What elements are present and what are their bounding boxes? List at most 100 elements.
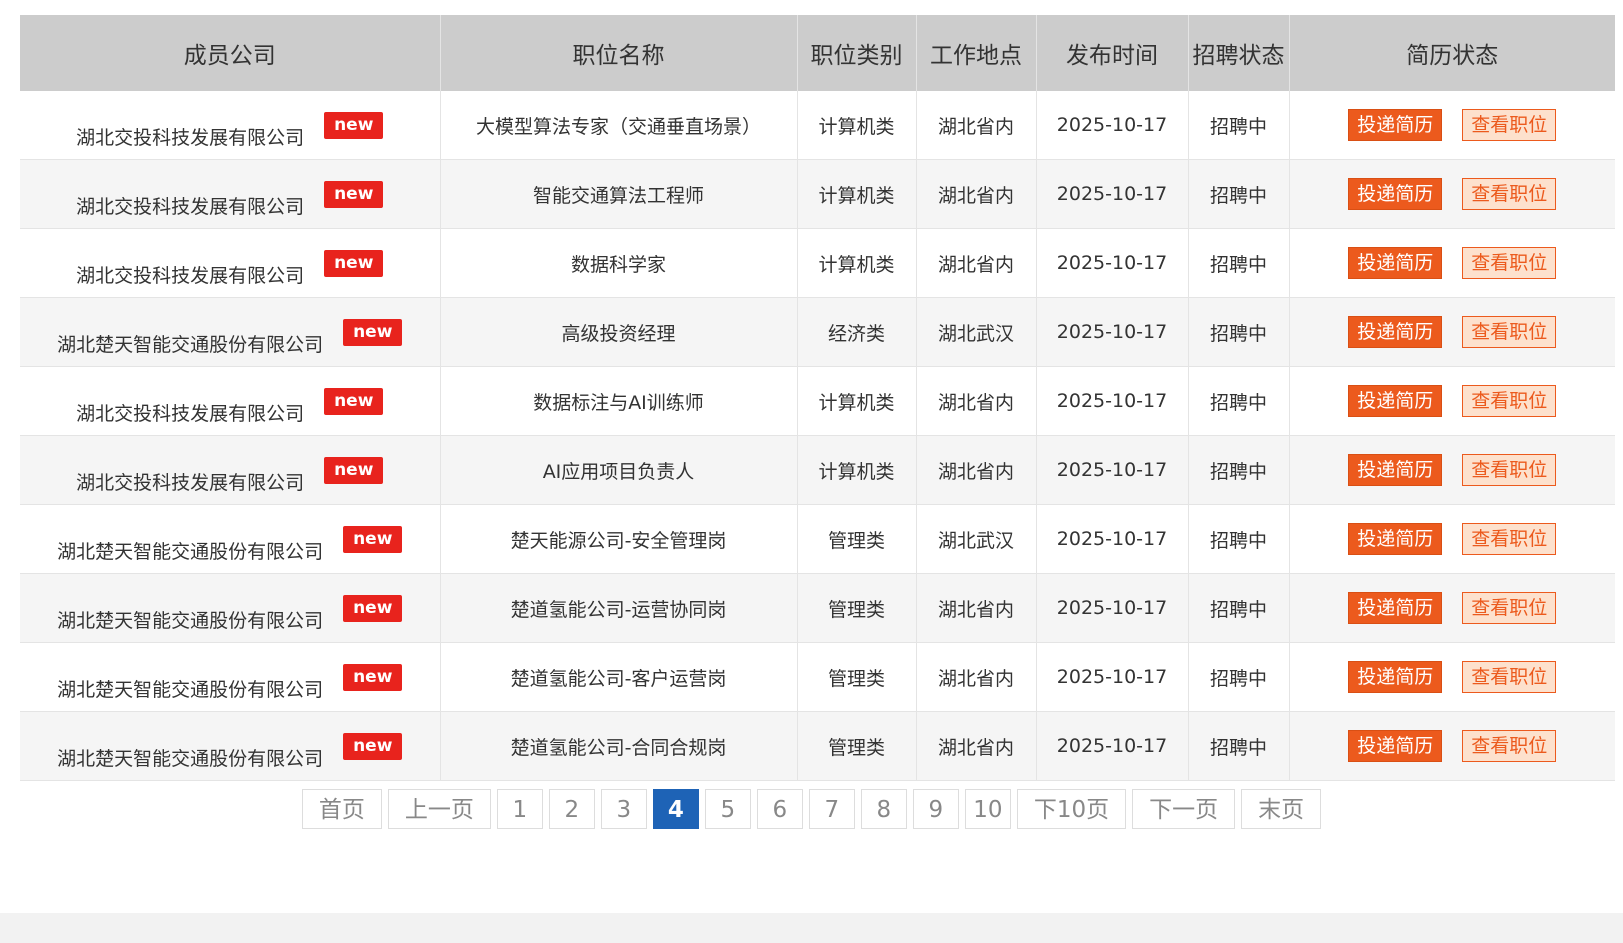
- company-cell: 湖北楚天智能交通股份有限公司 new: [20, 642, 441, 712]
- job-table: 成员公司 职位名称 职位类别 工作地点 发布时间 招聘状态 简历状态 湖北交投科…: [20, 15, 1615, 781]
- table-header-row: 成员公司 职位名称 职位类别 工作地点 发布时间 招聘状态 简历状态: [20, 15, 1615, 91]
- view-position-button[interactable]: 查看职位: [1462, 385, 1557, 417]
- position-category: 计算机类: [797, 159, 917, 229]
- company-name: 湖北楚天智能交通股份有限公司: [57, 541, 324, 563]
- publish-date: 2025-10-17: [1036, 297, 1189, 367]
- work-location: 湖北省内: [916, 91, 1037, 160]
- recruit-status: 招聘中: [1188, 366, 1290, 436]
- position-name: 数据科学家: [440, 228, 798, 298]
- view-position-button[interactable]: 查看职位: [1462, 523, 1557, 555]
- job-table-body: 湖北交投科技发展有限公司new 大模型算法专家（交通垂直场景） 计算机类 湖北省内 20…: [20, 91, 1615, 781]
- new-badge: new: [343, 664, 403, 691]
- view-position-button[interactable]: 查看职位: [1462, 109, 1557, 141]
- table-row: 湖北交投科技发展有限公司 new AI应用项目负责人 计算机类 湖北省内 2025-10-…: [20, 435, 1615, 505]
- company-name: 湖北楚天智能交通股份有限公司: [57, 334, 324, 356]
- apply-button[interactable]: 投递简历: [1348, 730, 1443, 762]
- apply-button[interactable]: 投递简历: [1348, 178, 1443, 210]
- position-category: 管理类: [797, 711, 917, 781]
- view-position-button[interactable]: 查看职位: [1462, 592, 1557, 624]
- position-name: 数据标注与AI训练师: [440, 366, 798, 436]
- page-number-button[interactable]: 5: [704, 789, 751, 829]
- page-number-button[interactable]: 10: [964, 789, 1011, 829]
- new-badge: new: [324, 112, 384, 139]
- page-number-button[interactable]: 1: [496, 789, 543, 829]
- view-position-button[interactable]: 查看职位: [1462, 247, 1557, 279]
- work-location: 湖北省内: [916, 366, 1037, 436]
- apply-button[interactable]: 投递简历: [1348, 661, 1443, 693]
- position-category: 管理类: [797, 642, 917, 712]
- company-name: 湖北楚天智能交通股份有限公司: [57, 610, 324, 632]
- view-position-button[interactable]: 查看职位: [1462, 316, 1557, 348]
- next-10-pages-button[interactable]: 下10页: [1016, 789, 1127, 829]
- new-badge: new: [324, 388, 384, 415]
- resume-actions: 投递简历 查看职位: [1289, 642, 1615, 712]
- table-row: 湖北楚天智能交通股份有限公司 new 楚道氢能公司-客户运营岗 管理类 湖北省内 2025…: [20, 642, 1615, 712]
- page-number-button[interactable]: 3: [600, 789, 647, 829]
- position-name: 智能交通算法工程师: [440, 159, 798, 229]
- new-badge: new: [324, 250, 384, 277]
- company-cell: 湖北楚天智能交通股份有限公司 new: [20, 573, 441, 643]
- table-row: 湖北楚天智能交通股份有限公司 new 高级投资经理 经济类 湖北武汉 2025-10-17…: [20, 297, 1615, 367]
- view-position-button[interactable]: 查看职位: [1462, 661, 1557, 693]
- apply-button[interactable]: 投递简历: [1348, 385, 1443, 417]
- company-wrap: 湖北交投科技发展有限公司 new: [76, 100, 384, 150]
- company-name: 湖北交投科技发展有限公司: [76, 472, 305, 494]
- company-wrap: 湖北楚天智能交通股份有限公司 new: [57, 721, 403, 771]
- publish-date: 2025-10-17: [1036, 228, 1189, 298]
- first-page-button[interactable]: 首页: [301, 789, 382, 829]
- company-name: 湖北楚天智能交通股份有限公司: [57, 679, 324, 701]
- work-location: 湖北省内: [916, 642, 1037, 712]
- company-cell: 湖北楚天智能交通股份有限公司 new: [20, 504, 441, 574]
- page-number-button[interactable]: 6: [756, 789, 803, 829]
- work-location: 湖北武汉: [916, 297, 1037, 367]
- company-cell: 湖北楚天智能交通股份有限公司 new: [20, 711, 441, 781]
- apply-button[interactable]: 投递简历: [1348, 316, 1443, 348]
- page-number-button[interactable]: 8: [860, 789, 907, 829]
- view-position-button[interactable]: 查看职位: [1462, 454, 1557, 486]
- resume-actions: 投递简历 查看职位: [1289, 366, 1615, 436]
- apply-button[interactable]: 投递简历: [1348, 109, 1443, 141]
- publish-date: 2025-10-17: [1036, 366, 1189, 436]
- company-wrap: 湖北交投科技发展有限公司 new: [76, 376, 384, 426]
- last-page-button[interactable]: 末页: [1241, 789, 1322, 829]
- resume-actions: 投递简历 查看职位: [1289, 297, 1615, 367]
- work-location: 湖北省内: [916, 435, 1037, 505]
- prev-page-button[interactable]: 上一页: [387, 789, 491, 829]
- header-category: 职位类别: [797, 15, 917, 91]
- header-resume-status: 简历状态: [1289, 15, 1615, 91]
- page-number-button[interactable]: 9: [912, 789, 959, 829]
- page-number-button[interactable]: 2: [548, 789, 595, 829]
- position-category: 经济类: [797, 297, 917, 367]
- view-position-button[interactable]: 查看职位: [1462, 730, 1557, 762]
- company-name: 湖北交投科技发展有限公司: [76, 403, 305, 425]
- work-location: 湖北省内: [916, 228, 1037, 298]
- recruit-status: 招聘中: [1188, 159, 1290, 229]
- next-page-button[interactable]: 下一页: [1132, 789, 1236, 829]
- new-badge: new: [324, 457, 384, 484]
- resume-actions: 投递简历 查看职位: [1289, 91, 1615, 160]
- resume-actions: 投递简历 查看职位: [1289, 435, 1615, 505]
- apply-button[interactable]: 投递简历: [1348, 454, 1443, 486]
- header-date: 发布时间: [1036, 15, 1189, 91]
- recruit-status: 招聘中: [1188, 711, 1290, 781]
- new-badge: new: [343, 526, 403, 553]
- recruit-status: 招聘中: [1188, 228, 1290, 298]
- publish-date: 2025-10-17: [1036, 711, 1189, 781]
- publish-date: 2025-10-17: [1036, 435, 1189, 505]
- publish-date: 2025-10-17: [1036, 573, 1189, 643]
- position-category: 计算机类: [797, 366, 917, 436]
- apply-button[interactable]: 投递简历: [1348, 592, 1443, 624]
- header-status: 招聘状态: [1188, 15, 1290, 91]
- company-wrap: 湖北交投科技发展有限公司 new: [76, 238, 384, 288]
- work-location: 湖北省内: [916, 159, 1037, 229]
- table-row: 湖北楚天智能交通股份有限公司 new 楚道氢能公司-合同合规岗 管理类 湖北省内 2025…: [20, 711, 1615, 781]
- publish-date: 2025-10-17: [1036, 642, 1189, 712]
- apply-button[interactable]: 投递简历: [1348, 247, 1443, 279]
- publish-date: 2025-10-17: [1036, 504, 1189, 574]
- view-position-button[interactable]: 查看职位: [1462, 178, 1557, 210]
- apply-button[interactable]: 投递简历: [1348, 523, 1443, 555]
- page-number-button[interactable]: 7: [808, 789, 855, 829]
- page-number-button[interactable]: 4: [652, 789, 699, 829]
- new-badge: new: [324, 181, 384, 208]
- resume-actions: 投递简历 查看职位: [1289, 504, 1615, 574]
